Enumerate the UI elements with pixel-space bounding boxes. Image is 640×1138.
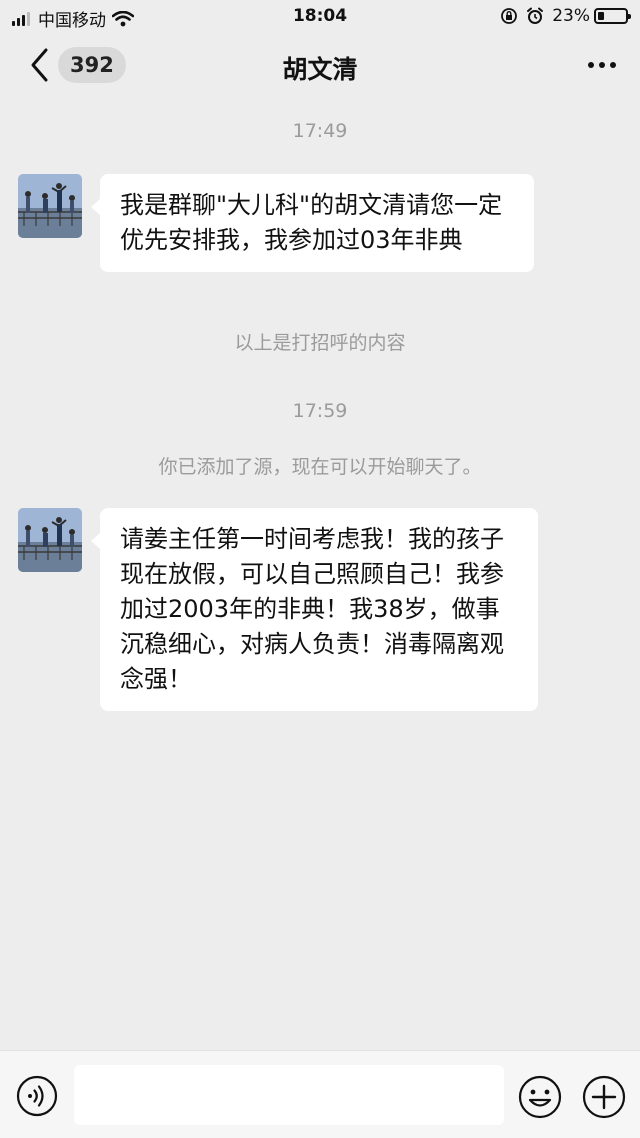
chat-area[interactable]: 17:49 我是群聊"大儿科"的胡文清请您一定优先安排我，我参加过03年非典 以… [0,100,640,1050]
avatar-photo [18,174,82,238]
battery-percent: 23% [552,6,590,26]
timestamp: 17:59 [292,400,348,422]
input-bar [0,1050,640,1138]
avatar[interactable] [18,508,82,572]
message-row: 我是群聊"大儿科"的胡文清请您一定优先安排我，我参加过03年非典 [18,174,578,304]
plus-icon[interactable] [582,1075,626,1119]
status-bar: 中国移动 18:04 23% [0,0,640,34]
battery-fill [598,12,604,20]
nav-bar: 392 胡文清 [0,34,640,100]
voice-icon[interactable] [16,1075,58,1117]
orientation-lock-icon [501,8,518,24]
alarm-icon [527,7,544,24]
message-input[interactable] [74,1065,504,1125]
message-bubble[interactable]: 请姜主任第一时间考虑我！我的孩子现在放假，可以自己照顾自己！我参加过2003年的… [91,508,538,711]
status-right: 23% [500,6,631,26]
emoji-icon[interactable] [518,1075,562,1119]
more-dots-icon [583,62,616,68]
avatar[interactable] [18,174,82,238]
chat-title: 胡文清 [282,55,358,84]
system-note: 以上是打招呼的内容 [234,332,406,354]
message-row: 请姜主任第一时间考虑我！我的孩子现在放假，可以自己照顾自己！我参加过2003年的… [18,508,578,711]
system-note: 你已添加了源，现在可以开始聊天了。 [158,456,482,478]
avatar-photo [18,508,82,572]
more-button[interactable] [583,62,616,68]
battery-icon [594,8,631,24]
message-bubble[interactable]: 我是群聊"大儿科"的胡文清请您一定优先安排我，我参加过03年非典 [91,174,534,272]
timestamp: 17:49 [292,120,348,142]
